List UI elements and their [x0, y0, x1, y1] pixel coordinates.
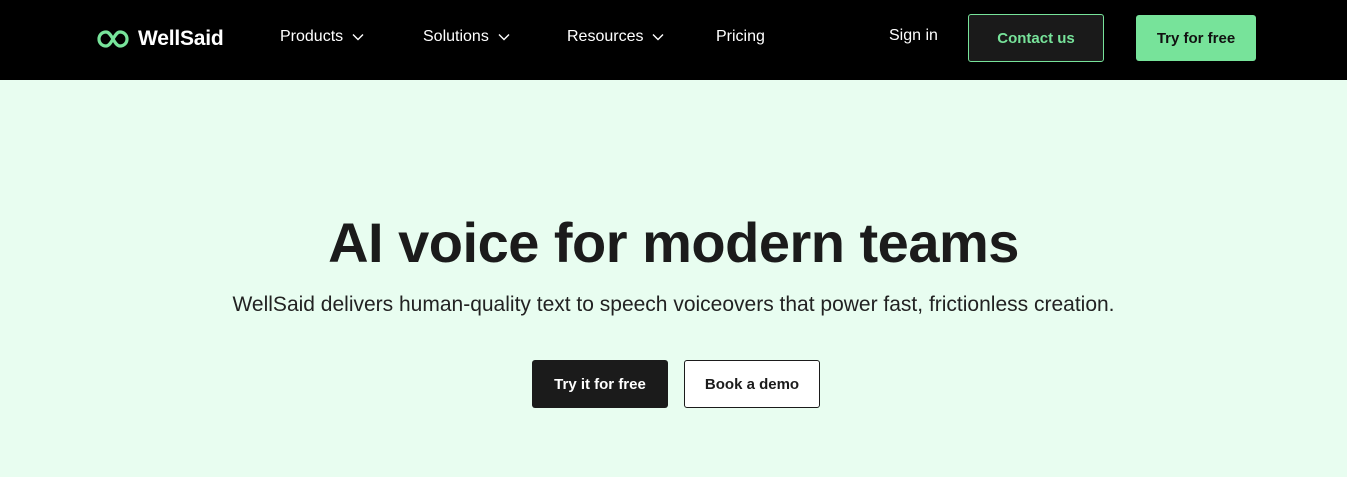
chevron-down-icon — [652, 34, 664, 41]
nav-item-label: Resources — [567, 28, 644, 45]
nav-item-resources[interactable]: Resources — [567, 26, 664, 48]
nav-item-label: Solutions — [423, 28, 489, 45]
hero-title: AI voice for modern teams — [328, 211, 1019, 274]
chevron-down-icon — [352, 34, 364, 41]
brand-name: WellSaid — [138, 27, 224, 50]
try-for-free-button[interactable]: Try for free — [1136, 15, 1256, 61]
brand-logo[interactable]: WellSaid — [96, 24, 224, 54]
top-navigation-bar: WellSaid Products Solutions Resources Pr… — [0, 0, 1347, 80]
nav-item-pricing[interactable]: Pricing — [716, 26, 765, 48]
nav-item-label: Pricing — [716, 28, 765, 45]
try-it-for-free-button[interactable]: Try it for free — [532, 360, 668, 408]
hero-section: AI voice for modern teams WellSaid deliv… — [0, 80, 1347, 477]
book-a-demo-button[interactable]: Book a demo — [684, 360, 820, 408]
contact-us-button[interactable]: Contact us — [968, 14, 1104, 62]
nav-item-solutions[interactable]: Solutions — [423, 26, 510, 48]
infinity-heart-icon — [97, 30, 129, 48]
sign-in-link[interactable]: Sign in — [889, 27, 938, 45]
nav-item-products[interactable]: Products — [280, 26, 364, 48]
chevron-down-icon — [498, 34, 510, 41]
nav-item-label: Products — [280, 28, 344, 45]
hero-subtitle: WellSaid delivers human-quality text to … — [232, 293, 1115, 316]
